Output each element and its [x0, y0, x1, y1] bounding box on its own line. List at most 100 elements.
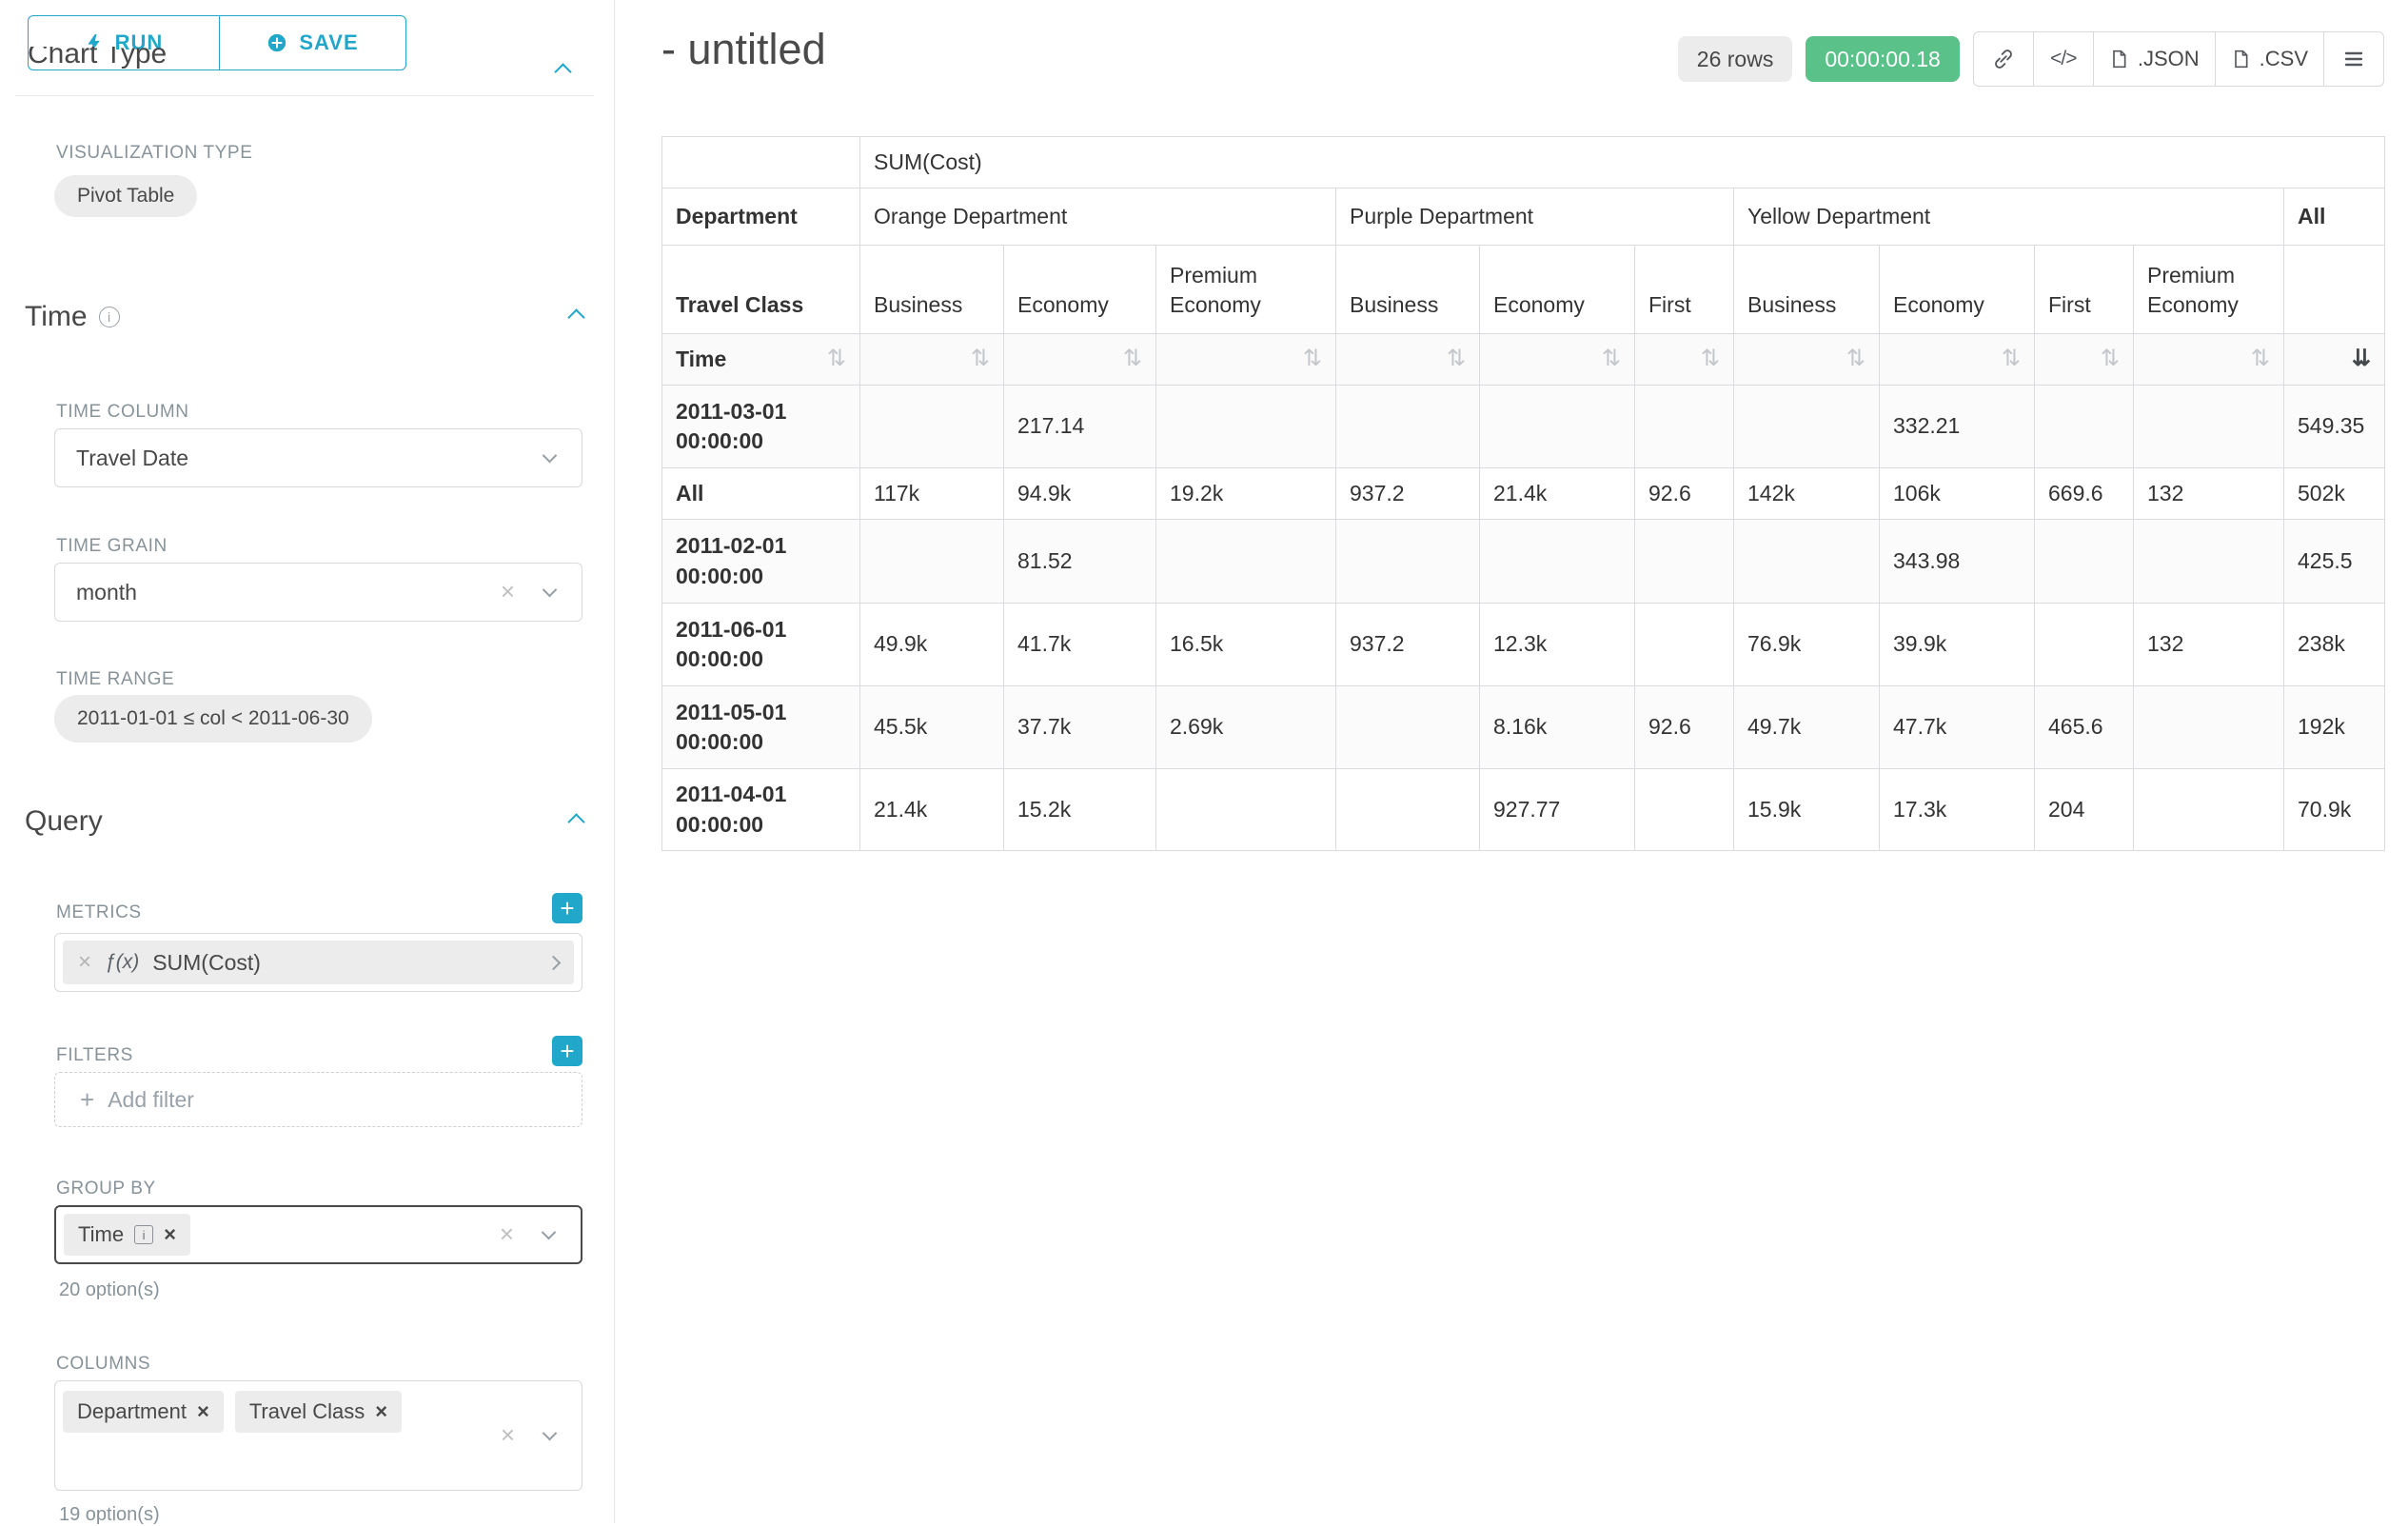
- menu-button[interactable]: [2323, 31, 2384, 87]
- export-json-label: .JSON: [2138, 47, 2200, 71]
- pivot-value-cell: 2.69k: [1156, 686, 1336, 769]
- remove-tag-icon[interactable]: ×: [164, 1222, 176, 1247]
- results-toolbar: 26 rows 00:00:00.18 </>: [1678, 31, 2384, 87]
- pivot-value-cell: [2035, 520, 2134, 604]
- sort-icon[interactable]: ⇅: [2251, 344, 2270, 374]
- pivot-value-cell: 92.6: [1635, 686, 1734, 769]
- pivot-value-cell: [1635, 386, 1734, 468]
- corner-cell: [662, 137, 860, 188]
- embed-code-button[interactable]: </>: [2033, 31, 2094, 87]
- sort-icon[interactable]: ⇅: [1123, 344, 1142, 374]
- viz-type-pill[interactable]: Pivot Table: [54, 175, 197, 217]
- export-csv-label: .CSV: [2260, 47, 2308, 71]
- export-json-button[interactable]: .JSON: [2093, 31, 2216, 87]
- add-filter-button[interactable]: + Add filter: [54, 1072, 582, 1127]
- columns-select[interactable]: Department× Travel Class × ×: [54, 1380, 582, 1491]
- pivot-value-cell: [1480, 386, 1635, 468]
- column-tag[interactable]: Department×: [63, 1391, 224, 1433]
- sort-icon[interactable]: ⇅: [1447, 344, 1466, 374]
- section-divider: [15, 95, 594, 96]
- row-count-badge: 26 rows: [1678, 36, 1793, 82]
- pivot-value-cell: [2134, 686, 2284, 769]
- pivot-value-cell: 39.9k: [1880, 604, 2035, 686]
- chart-title[interactable]: - untitled: [661, 25, 826, 74]
- sort-icon[interactable]: ⇅: [1846, 344, 1865, 374]
- chart-type-section-header[interactable]: Chart Type: [28, 47, 582, 81]
- table-row: 2011-02-01 00:00:0081.52343.98425.5: [662, 520, 2385, 604]
- pivot-value-cell: 425.5: [2284, 520, 2385, 604]
- table-row: 2011-05-01 00:00:0045.5k37.7k2.69k8.16k9…: [662, 686, 2385, 769]
- sort-icon[interactable]: ⇅: [1602, 344, 1621, 374]
- sort-icon[interactable]: ⇅: [2101, 344, 2120, 374]
- column-tag[interactable]: Travel Class ×: [235, 1391, 402, 1433]
- function-icon: ƒ(x): [105, 951, 139, 974]
- columns-tags: Department× Travel Class ×: [63, 1391, 402, 1433]
- pivot-value-cell: 17.3k: [1880, 769, 2035, 851]
- remove-tag-icon[interactable]: ×: [197, 1399, 209, 1424]
- pivot-value-cell: 117k: [860, 468, 1004, 520]
- add-filter-label: Add filter: [108, 1087, 194, 1113]
- pivot-table: SUM(Cost)DepartmentOrange DepartmentPurp…: [661, 136, 2385, 851]
- query-timer-badge: 00:00:00.18: [1806, 36, 1960, 82]
- group-by-tag-label: Time: [78, 1222, 124, 1247]
- pivot-value-cell: 192k: [2284, 686, 2385, 769]
- export-csv-button[interactable]: .CSV: [2215, 31, 2324, 87]
- pivot-value-cell: 15.2k: [1004, 769, 1156, 851]
- metric-value: SUM(Cost): [152, 950, 261, 976]
- add-filter-plus-button[interactable]: +: [552, 1036, 582, 1066]
- pivot-value-cell: [1156, 520, 1336, 604]
- sort-icon[interactable]: ⇅: [827, 344, 846, 374]
- file-icon: [2109, 50, 2128, 69]
- table-row: 2011-04-01 00:00:0021.4k15.2k927.7715.9k…: [662, 769, 2385, 851]
- table-row: All117k94.9k19.2k937.221.4k92.6142k106k6…: [662, 468, 2385, 520]
- time-grain-select[interactable]: month ×: [54, 563, 582, 622]
- plus-icon: +: [80, 1087, 94, 1112]
- pivot-value-cell: [2134, 769, 2284, 851]
- group-by-label: GROUP BY: [56, 1179, 156, 1199]
- group-by-options-count: 20 option(s): [59, 1279, 160, 1301]
- clear-icon[interactable]: ×: [500, 1221, 514, 1246]
- pivot-value-cell: [1156, 769, 1336, 851]
- time-label-cell: Time⇅: [662, 334, 860, 386]
- pivot-value-cell: [2035, 604, 2134, 686]
- sort-icon[interactable]: ⇅: [1303, 344, 1322, 374]
- metrics-control[interactable]: × ƒ(x) SUM(Cost): [54, 933, 582, 992]
- time-grain-label: TIME GRAIN: [56, 536, 168, 557]
- query-section-header[interactable]: Query: [25, 805, 582, 838]
- link-icon: [1993, 49, 2014, 69]
- remove-tag-icon[interactable]: ×: [375, 1399, 387, 1424]
- metrics-label: METRICS: [56, 902, 142, 923]
- pivot-value-cell: 12.3k: [1480, 604, 1635, 686]
- pivot-value-cell: 343.98: [1880, 520, 2035, 604]
- export-button-group: </> .JSON .CSV: [1973, 31, 2384, 87]
- chevron-right-icon[interactable]: [546, 955, 562, 970]
- pivot-value-cell: [1336, 386, 1480, 468]
- pivot-value-cell: [1480, 520, 1635, 604]
- group-by-select[interactable]: Time i × ×: [54, 1205, 582, 1264]
- group-header-cell: Purple Department: [1336, 188, 1734, 246]
- pivot-value-cell: 204: [2035, 769, 2134, 851]
- remove-metric-icon[interactable]: ×: [78, 949, 91, 976]
- pivot-value-cell: [2134, 386, 2284, 468]
- pivot-value-cell: 669.6: [2035, 468, 2134, 520]
- copy-link-button[interactable]: [1973, 31, 2034, 87]
- add-metric-button[interactable]: +: [552, 893, 582, 923]
- pivot-value-cell: [1156, 386, 1336, 468]
- clear-icon[interactable]: ×: [501, 579, 515, 604]
- clear-icon[interactable]: ×: [501, 1422, 515, 1447]
- group-by-tag[interactable]: Time i ×: [64, 1214, 190, 1256]
- metric-pill[interactable]: × ƒ(x) SUM(Cost): [63, 941, 574, 984]
- pivot-value-cell: 41.7k: [1004, 604, 1156, 686]
- time-section-header[interactable]: Time i: [25, 301, 582, 333]
- sort-desc-icon[interactable]: ⇊: [2352, 344, 2371, 374]
- collapse-chevron-icon[interactable]: [567, 308, 584, 326]
- sort-icon[interactable]: ⇅: [2002, 344, 2021, 374]
- time-column-label: TIME COLUMN: [56, 402, 189, 423]
- time-range-pill[interactable]: 2011-01-01 ≤ col < 2011-06-30: [54, 695, 372, 743]
- sort-icon[interactable]: ⇅: [1701, 344, 1720, 374]
- sort-icon[interactable]: ⇅: [971, 344, 990, 374]
- collapse-chevron-icon[interactable]: [567, 813, 584, 830]
- pivot-value-cell: 549.35: [2284, 386, 2385, 468]
- time-column-select[interactable]: Travel Date: [54, 428, 582, 487]
- column-tag-label: Travel Class: [249, 1399, 365, 1424]
